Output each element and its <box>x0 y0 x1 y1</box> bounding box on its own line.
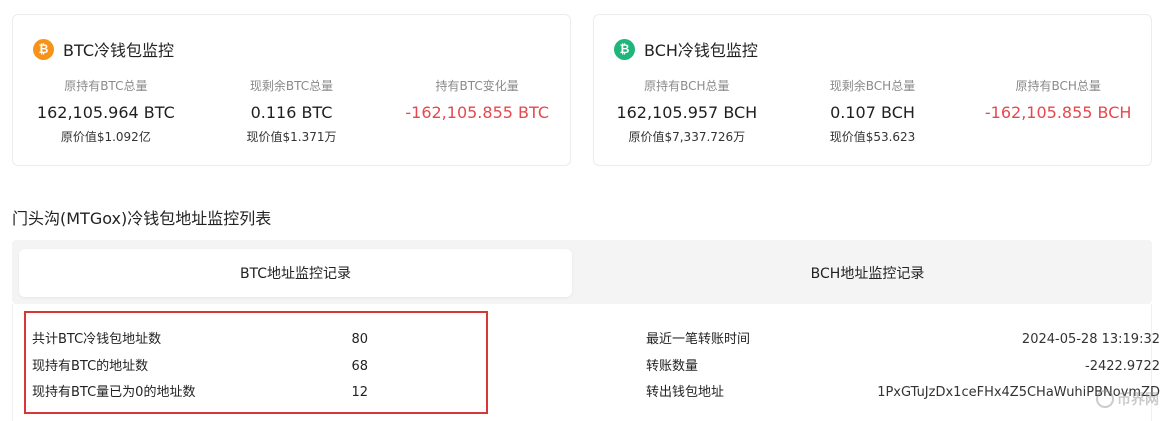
section-title: 门头沟(MTGox)冷钱包地址监控列表 <box>12 209 272 228</box>
btc-remaining-total: 现剩余BTC总量 0.116 BTC 现价值$1.371万 <box>199 77 385 145</box>
stat-value: 0.107 BCH <box>830 103 915 122</box>
stat-label: 现剩余BTC总量 <box>249 79 334 93</box>
bitcoin-icon: ₿ <box>33 38 54 60</box>
bch-card-header: ₿ BCH冷钱包监控 <box>614 37 758 61</box>
transfer-amount-label: 转账数量 <box>646 359 699 374</box>
summary-row: 现持有BTC量已为0的地址数 12 <box>0 384 400 402</box>
summary-row: 现持有BTC的地址数 68 <box>0 358 400 376</box>
btc-change-total: 持有BTC变化量 -162,105.855 BTC <box>384 77 570 145</box>
bch-monitor-card: ₿ BCH冷钱包监控 原持有BCH总量 162,105.957 BCH 原价值$… <box>593 14 1152 166</box>
btc-card-title: BTC冷钱包监控 <box>63 41 174 60</box>
summary-label: 现持有BTC的地址数 <box>32 359 149 374</box>
summary-value: 80 <box>351 332 368 347</box>
summary-value: 12 <box>351 385 368 400</box>
stat-sub: 现价值$1.371万 <box>246 130 337 144</box>
tab-bch-records[interactable]: BCH地址监控记录 <box>590 249 1145 297</box>
btc-monitor-card: ₿ BTC冷钱包监控 原持有BTC总量 162,105.964 BTC 原价值$… <box>12 14 571 166</box>
bch-change-total: 原持有BCH总量 -162,105.855 BCH <box>965 77 1151 145</box>
bitcoin-cash-icon: ₿ <box>614 38 635 60</box>
summary-label: 共计BTC冷钱包地址数 <box>32 332 162 347</box>
stat-sub: 现价值$53.623 <box>829 130 916 144</box>
watermark-text: 币界网 <box>1117 392 1159 408</box>
stat-label: 持有BTC变化量 <box>435 79 519 93</box>
stat-label: 现剩余BCH总量 <box>829 79 916 93</box>
stat-value: -162,105.855 BCH <box>984 103 1132 122</box>
summary-label: 现持有BTC量已为0的地址数 <box>32 385 196 400</box>
stat-sub: 原价值$7,337.726万 <box>628 130 746 144</box>
bch-original-total: 原持有BCH总量 162,105.957 BCH 原价值$7,337.726万 <box>594 77 780 145</box>
bch-card-title: BCH冷钱包监控 <box>644 41 758 60</box>
latest-transfer-time-label: 最近一笔转账时间 <box>646 332 751 347</box>
watermark-logo-icon <box>1096 390 1114 408</box>
summary-value: 68 <box>351 359 368 374</box>
stat-value: 162,105.964 BTC <box>36 103 175 122</box>
transfer-amount-value: -2422.9722 <box>1085 359 1160 374</box>
stat-label: 原持有BCH总量 <box>644 79 730 93</box>
stat-label: 原持有BCH总量 <box>1015 79 1101 93</box>
btc-original-total: 原持有BTC总量 162,105.964 BTC 原价值$1.092亿 <box>13 77 199 145</box>
tab-bar: BTC地址监控记录 BCH地址监控记录 <box>12 240 1152 304</box>
summary-row: 共计BTC冷钱包地址数 80 <box>0 331 400 349</box>
btc-card-header: ₿ BTC冷钱包监控 <box>33 37 174 61</box>
stat-sub: 原价值$1.092亿 <box>60 130 151 144</box>
stat-value: 162,105.957 BCH <box>616 103 758 122</box>
watermark: 币界网 <box>1096 389 1159 409</box>
stat-value: -162,105.855 BTC <box>405 103 549 122</box>
stat-label: 原持有BTC总量 <box>64 79 148 93</box>
outgoing-address-label: 转出钱包地址 <box>646 385 725 400</box>
stat-value: 0.116 BTC <box>250 103 333 122</box>
bch-remaining-total: 现剩余BCH总量 0.107 BCH 现价值$53.623 <box>780 77 966 145</box>
tab-btc-records[interactable]: BTC地址监控记录 <box>19 249 572 297</box>
latest-transfer-time-value: 2024-05-28 13:19:32 <box>1021 332 1160 347</box>
